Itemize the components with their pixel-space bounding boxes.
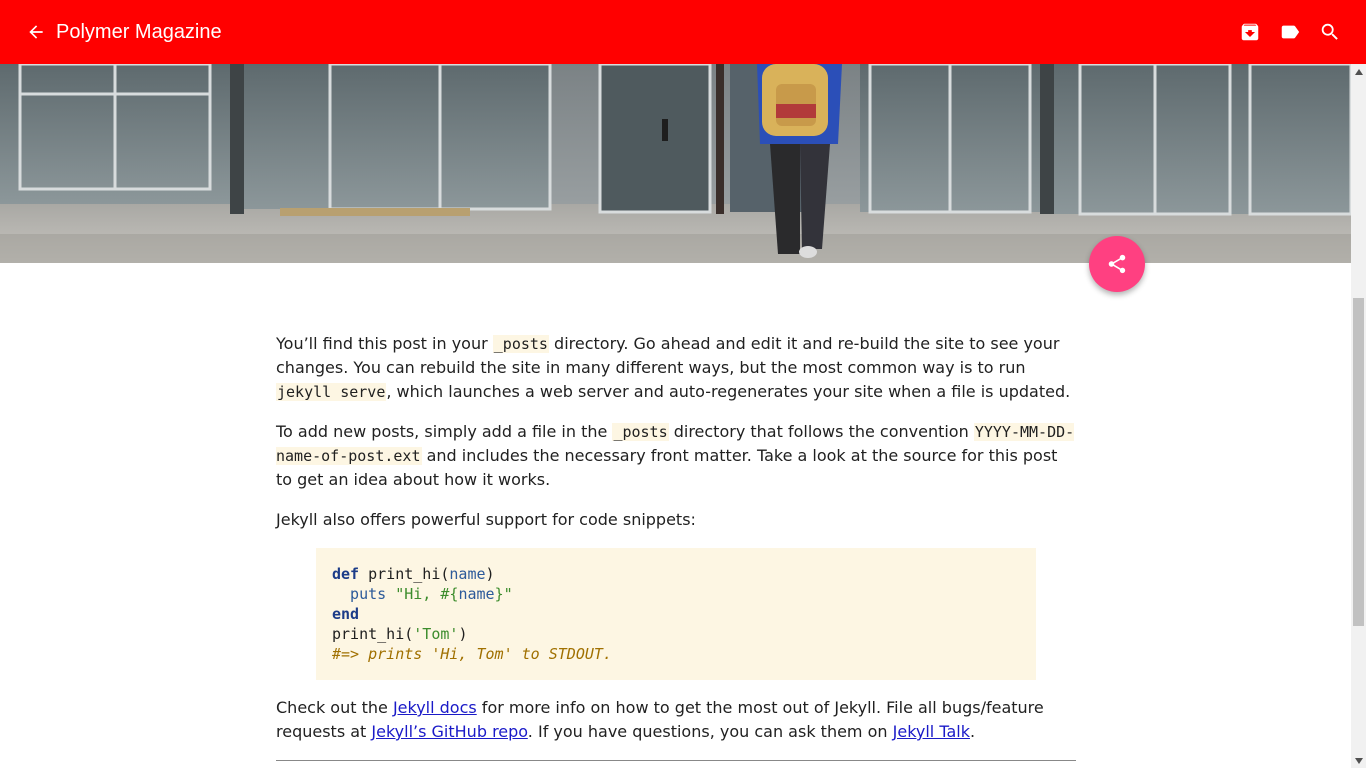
archive-button[interactable] xyxy=(1236,18,1264,46)
paragraph-links: Check out the Jekyll docs for more info … xyxy=(276,698,1044,741)
share-icon xyxy=(1108,254,1126,274)
hero-image xyxy=(0,64,1351,263)
jekyll-talk-link[interactable]: Jekyll Talk xyxy=(893,722,970,741)
label-button[interactable] xyxy=(1276,18,1304,46)
app-title: Polymer Magazine xyxy=(56,21,222,43)
label-icon xyxy=(1281,25,1300,39)
inline-code: _posts xyxy=(612,423,669,441)
divider xyxy=(276,760,1076,761)
archive-icon xyxy=(1241,23,1259,41)
page-scrollbar[interactable] xyxy=(1351,64,1366,768)
jekyll-docs-link[interactable]: Jekyll docs xyxy=(393,698,477,717)
paragraph-new-posts: To add new posts, simply add a file in t… xyxy=(276,422,1075,489)
code-block: def print_hi(name) puts "Hi, #{name}" en… xyxy=(316,548,1036,680)
app-toolbar: Polymer Magazine xyxy=(0,0,1366,64)
scroll-up-arrow-icon xyxy=(1354,68,1363,75)
arrow-back-icon xyxy=(29,25,43,39)
scroll-down-button[interactable] xyxy=(1351,753,1366,768)
scroll-down-arrow-icon xyxy=(1354,757,1363,764)
scroll-up-button[interactable] xyxy=(1351,64,1366,79)
paragraph-snippets: Jekyll also offers powerful support for … xyxy=(276,510,696,529)
inline-code: _posts xyxy=(492,335,549,353)
article-body: You’ll find this post in your _posts dir… xyxy=(276,332,1076,760)
paragraph-intro: You’ll find this post in your _posts dir… xyxy=(276,334,1071,401)
scroll-thumb[interactable] xyxy=(1353,298,1364,626)
search-button[interactable] xyxy=(1316,18,1344,46)
share-button[interactable] xyxy=(1089,236,1145,292)
jekyll-github-link[interactable]: Jekyll’s GitHub repo xyxy=(371,722,527,741)
inline-code: jekyll serve xyxy=(276,383,387,401)
search-icon xyxy=(1321,23,1338,40)
back-button[interactable] xyxy=(22,18,50,46)
